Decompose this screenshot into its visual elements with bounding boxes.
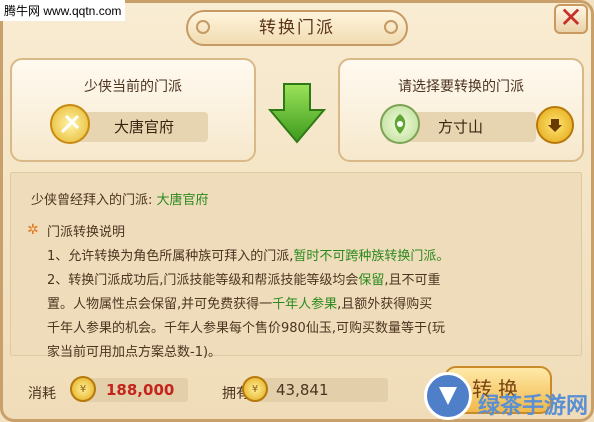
arrow-right-icon — [268, 83, 326, 144]
desc-title: 门派转换说明 — [47, 225, 126, 240]
cost-label: 消耗 — [28, 386, 56, 402]
fangcun-emblem-icon — [380, 104, 420, 144]
rule-line-3: 置。人物属性点会保留,并可免费获得一千年人参果,且额外获得购买 — [47, 297, 433, 312]
close-icon: ✕ — [559, 1, 583, 34]
flower-icon: ✲ — [27, 222, 39, 238]
rule-line-1: 1、允许转换为角色所属种族可拜入的门派,暂时不可跨种族转换门派。 — [47, 249, 450, 264]
rule-line-5: 家当前可用加点方案总数-1)。 — [47, 345, 222, 360]
target-school-caption: 请选择要转换的门派 — [398, 79, 524, 95]
swirl-right-icon — [384, 20, 398, 34]
rule-line-4: 千年人参果的机会。千年人参果每个售价980仙玉,可购买数量等于(玩 — [47, 321, 446, 336]
current-school-box: 少侠当前的门派 大唐官府 — [10, 58, 256, 162]
school-dropdown-button[interactable] — [536, 106, 574, 144]
coin-icon: ¥ — [242, 376, 268, 402]
current-school-caption: 少侠当前的门派 — [84, 79, 182, 95]
chevron-down-icon — [548, 119, 562, 132]
title-banner: 转换门派 — [186, 10, 408, 46]
coin-icon: ¥ — [70, 376, 96, 402]
watermark-corner: 绿茶手游网 — [477, 394, 588, 419]
swirl-left-icon — [196, 20, 210, 34]
former-school: 少侠曾经拜入的门派: 大唐官府 — [31, 193, 209, 208]
datang-emblem-icon — [50, 104, 90, 144]
rule-line-2: 2、转换门派成功后,门派技能等级和帮派技能等级均会保留,且不可重 — [47, 273, 441, 288]
cost-value: 188,000 — [106, 381, 175, 399]
target-school-box[interactable]: 请选择要转换的门派 方寸山 — [338, 58, 584, 162]
own-value-box: 43,841 — [254, 378, 388, 402]
close-button[interactable]: ✕ — [554, 4, 588, 34]
page-title: 转换门派 — [259, 18, 335, 38]
own-value: 43,841 — [276, 381, 329, 399]
cost-value-box: 188,000 — [84, 378, 188, 402]
watermark-text: 腾牛网 www.qqtn.com — [0, 0, 126, 21]
info-panel: 少侠曾经拜入的门派: 大唐官府 ✲ 门派转换说明 1、允许转换为角色所属种族可拜… — [10, 172, 582, 360]
